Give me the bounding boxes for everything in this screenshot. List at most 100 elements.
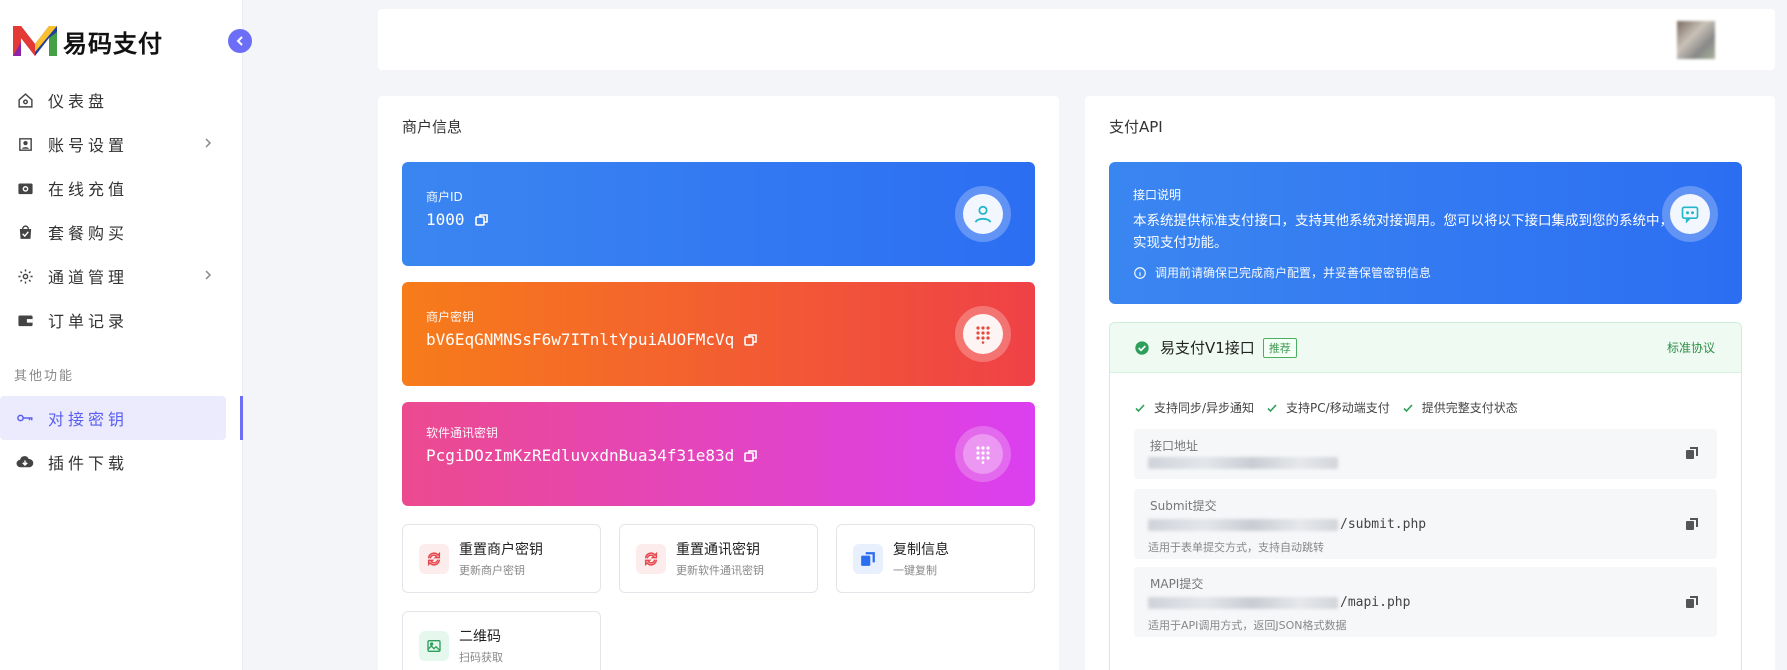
sidebar-item-label: 仪表盘 (48, 92, 109, 111)
sidebar-item-account-settings[interactable]: 账号设置 (0, 122, 243, 166)
avatar[interactable] (1677, 21, 1715, 59)
copy-icon[interactable] (1685, 446, 1699, 460)
action-subtitle: 一键复制 (893, 564, 937, 577)
gear-icon (16, 267, 34, 285)
shopping-bag-icon (16, 223, 34, 241)
sidebar-item-integration-keys[interactable]: 对接密钥 (0, 396, 243, 440)
sidebar-nav: 仪表盘 账号设置 在线充值 套餐购买 通道管理 订单记录 其他功能 对接密钥 插… (0, 78, 243, 484)
sidebar-item-label: 套餐购买 (48, 224, 129, 243)
sidebar-item-label: 在线充值 (48, 180, 129, 199)
copy-icon[interactable] (1685, 595, 1699, 609)
merchant-key-label: 商户密钥 (426, 310, 475, 324)
action-subtitle: 更新软件通讯密钥 (676, 564, 764, 577)
keypad-icon (976, 326, 990, 344)
check-icon (1135, 403, 1145, 412)
panel-title: 支付API (1109, 118, 1163, 136)
v1-api-box: 易支付V1接口 推荐 标准协议 支持同步/异步通知 支持PC/移动端支付 提供完… (1109, 322, 1742, 670)
chat-icon (1681, 206, 1699, 224)
sidebar-item-plugin-download[interactable]: 插件下载 (0, 440, 243, 484)
feature-text: 支持同步/异步通知 (1154, 401, 1255, 415)
action-subtitle: 扫码获取 (459, 651, 503, 664)
merchant-id-value: 1000 (426, 210, 465, 229)
keypad-icon (976, 446, 990, 464)
sidebar-item-label: 账号设置 (48, 136, 129, 155)
sidebar-item-online-recharge[interactable]: 在线充值 (0, 166, 243, 210)
comm-key-row: PcgiDOzImKzREdluvxdnBua34f31e83d (426, 446, 758, 465)
merchant-key-value: bV6EqGNMNSsF6w7ITnltYpuiAUOFMcVq (426, 330, 735, 349)
action-subtitle: 更新商户密钥 (459, 564, 525, 577)
sidebar-item-package-purchase[interactable]: 套餐购买 (0, 210, 243, 254)
merchant-key-card: 商户密钥 bV6EqGNMNSsF6w7ITnltYpuiAUOFMcVq (402, 282, 1035, 386)
copy-icon[interactable] (1685, 517, 1699, 531)
banner-description: 本系统提供标准支付接口，支持其他系统对接调用。您可以将以下接口集成到您的系统中，… (1133, 213, 1673, 251)
action-title: 重置商户密钥 (459, 542, 543, 558)
endpoint-path: /submit.php (1340, 517, 1427, 532)
field-value: /mapi.php (1148, 595, 1410, 610)
sidebar-collapse-button[interactable] (228, 29, 252, 53)
action-title: 复制信息 (893, 542, 949, 558)
field-label: 接口地址 (1150, 439, 1199, 453)
merchant-info-panel: 商户信息 商户ID 1000 商户密钥 bV6EqGNMNSsF6w7ITnlt… (378, 96, 1059, 670)
feature-text: 提供完整支付状态 (1421, 401, 1518, 415)
merchant-id-label: 商户ID (426, 190, 463, 204)
api-description-banner: 接口说明 本系统提供标准支付接口，支持其他系统对接调用。您可以将以下接口集成到您… (1109, 162, 1742, 304)
keypad-icon-circle (955, 306, 1011, 362)
feature-list: 支持同步/异步通知 支持PC/移动端支付 提供完整支付状态 (1134, 399, 1530, 416)
sidebar-item-label: 对接密钥 (48, 410, 129, 429)
field-value (1148, 457, 1340, 469)
action-title: 二维码 (459, 629, 501, 645)
panel-title: 商户信息 (402, 118, 463, 136)
sidebar-item-order-records[interactable]: 订单记录 (0, 298, 243, 342)
action-title: 重置通讯密钥 (676, 542, 760, 558)
redacted-url (1148, 518, 1338, 531)
check-icon (1403, 403, 1413, 412)
field-hint: 适用于API调用方式，返回JSON格式数据 (1148, 619, 1347, 632)
mapi-endpoint-field: MAPI提交 /mapi.php 适用于API调用方式，返回JSON格式数据 (1134, 567, 1717, 637)
cloud-download-icon (16, 453, 34, 471)
feature-text: 支持PC/移动端支付 (1286, 401, 1390, 415)
camera-icon (16, 179, 34, 197)
field-value: /submit.php (1148, 517, 1426, 532)
reset-comm-key-button[interactable]: 重置通讯密钥 更新软件通讯密钥 (619, 524, 818, 593)
payment-api-panel: 支付API 接口说明 本系统提供标准支付接口，支持其他系统对接调用。您可以将以下… (1085, 96, 1775, 670)
refresh-icon (419, 543, 449, 574)
info-icon (1134, 266, 1146, 279)
sidebar-item-label: 订单记录 (48, 312, 129, 331)
banner-note: 调用前请确保已完成商户配置，并妥善保管密钥信息 (1133, 264, 1431, 281)
check-circle-icon (1135, 340, 1149, 355)
copy-icon (853, 543, 883, 574)
qr-code-button[interactable]: 二维码 扫码获取 (402, 611, 601, 670)
check-icon (1267, 403, 1277, 412)
banner-note-text: 调用前请确保已完成商户配置，并妥善保管密钥信息 (1155, 266, 1432, 280)
api-url-field: 接口地址 (1134, 429, 1717, 479)
keypad-icon-circle (955, 426, 1011, 482)
wallet-icon (16, 311, 34, 329)
copy-icon[interactable] (474, 213, 489, 227)
feature-item: 支持PC/移动端支付 (1266, 399, 1390, 416)
sidebar-section-label: 其他功能 (14, 369, 75, 384)
copy-icon[interactable] (744, 449, 758, 463)
recommended-badge: 推荐 (1262, 337, 1297, 358)
banner-label: 接口说明 (1133, 188, 1182, 202)
sidebar-item-label: 插件下载 (48, 454, 129, 473)
v1-api-title: 易支付V1接口 (1160, 339, 1255, 357)
field-label: MAPI提交 (1150, 577, 1204, 591)
field-label: Submit提交 (1150, 499, 1217, 513)
protocol-label: 标准协议 (1666, 341, 1715, 355)
user-icon (974, 205, 992, 223)
endpoint-path: /mapi.php (1340, 595, 1411, 610)
sidebar-item-dashboard[interactable]: 仪表盘 (0, 78, 243, 122)
brand-name: 易码支付 (63, 28, 163, 58)
copy-icon[interactable] (744, 333, 758, 347)
submit-endpoint-field: Submit提交 /submit.php 适用于表单提交方式，支持自动跳转 (1134, 489, 1717, 559)
feature-item: 提供完整支付状态 (1402, 399, 1518, 416)
comm-key-label: 软件通讯密钥 (426, 426, 499, 440)
reset-merchant-key-button[interactable]: 重置商户密钥 更新商户密钥 (402, 524, 601, 593)
redacted-url (1148, 457, 1338, 469)
copy-info-button[interactable]: 复制信息 一键复制 (836, 524, 1035, 593)
chevron-right-icon (205, 138, 212, 148)
field-hint: 适用于表单提交方式，支持自动跳转 (1148, 541, 1324, 554)
brand[interactable]: 易码支付 (13, 22, 163, 60)
sidebar-item-channel-management[interactable]: 通道管理 (0, 254, 243, 298)
top-header (378, 9, 1775, 70)
